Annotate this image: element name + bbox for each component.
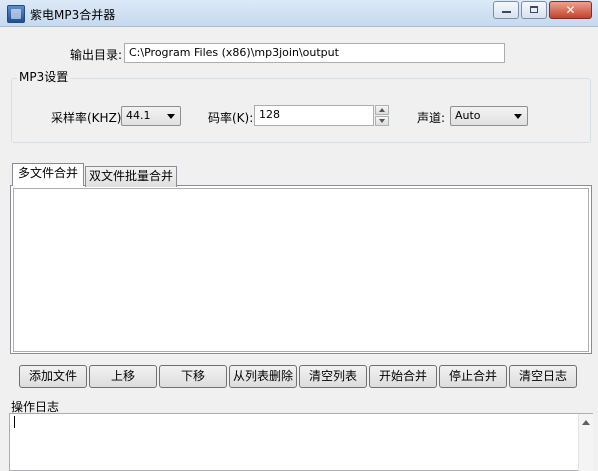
sample-rate-label: 采样率(KHZ): — [51, 111, 126, 125]
window-title: 紫电MP3合并器 — [30, 8, 116, 22]
file-list[interactable] — [13, 188, 589, 352]
tab-multi-file-merge[interactable]: 多文件合并 — [12, 163, 84, 186]
bitrate-input[interactable]: 128 — [254, 105, 374, 126]
log-scrollbar[interactable] — [578, 414, 593, 471]
add-file-button[interactable]: 添加文件 — [19, 365, 87, 388]
log-textarea[interactable] — [9, 413, 593, 471]
channel-select[interactable]: Auto — [450, 106, 528, 126]
chevron-down-icon — [514, 114, 522, 119]
close-button[interactable]: ✕ — [549, 1, 592, 19]
bitrate-label: 码率(K): — [208, 111, 254, 125]
channel-label: 声道: — [417, 111, 446, 125]
minimize-icon — [502, 11, 511, 13]
close-icon: ✕ — [565, 3, 576, 17]
start-merge-button[interactable]: 开始合并 — [369, 365, 437, 388]
app-icon — [7, 5, 25, 23]
scroll-up-icon[interactable] — [582, 420, 590, 425]
output-dir-field[interactable]: C:\Program Files (x86)\mp3join\output — [124, 43, 505, 63]
mp3-settings-title: MP3设置 — [17, 68, 71, 85]
stop-merge-button[interactable]: 停止合并 — [439, 365, 507, 388]
bitrate-spinner[interactable] — [375, 105, 389, 126]
move-down-button[interactable]: 下移 — [159, 365, 227, 388]
text-caret — [14, 416, 15, 428]
tab-dual-file-batch-merge[interactable]: 双文件批量合并 — [85, 166, 177, 187]
spin-down-icon[interactable] — [375, 116, 389, 126]
remove-from-list-button[interactable]: 从列表删除 — [229, 365, 297, 388]
channel-value: Auto — [455, 109, 481, 122]
spin-up-icon[interactable] — [375, 105, 389, 115]
minimize-button[interactable] — [493, 1, 519, 19]
main-window: 紫电MP3合并器 ✕ 输出目录: C:\Program Files (x86)\… — [0, 0, 598, 471]
chevron-down-icon — [167, 114, 175, 119]
title-bar[interactable]: 紫电MP3合并器 ✕ — [0, 0, 598, 27]
maximize-icon — [530, 6, 538, 13]
sample-rate-select[interactable]: 44.1 — [121, 106, 181, 126]
move-up-button[interactable]: 上移 — [89, 365, 157, 388]
clear-log-button[interactable]: 清空日志 — [509, 365, 577, 388]
sample-rate-value: 44.1 — [126, 109, 151, 122]
output-dir-label: 输出目录: — [70, 48, 123, 62]
maximize-button[interactable] — [521, 1, 547, 19]
clear-list-button[interactable]: 清空列表 — [299, 365, 367, 388]
